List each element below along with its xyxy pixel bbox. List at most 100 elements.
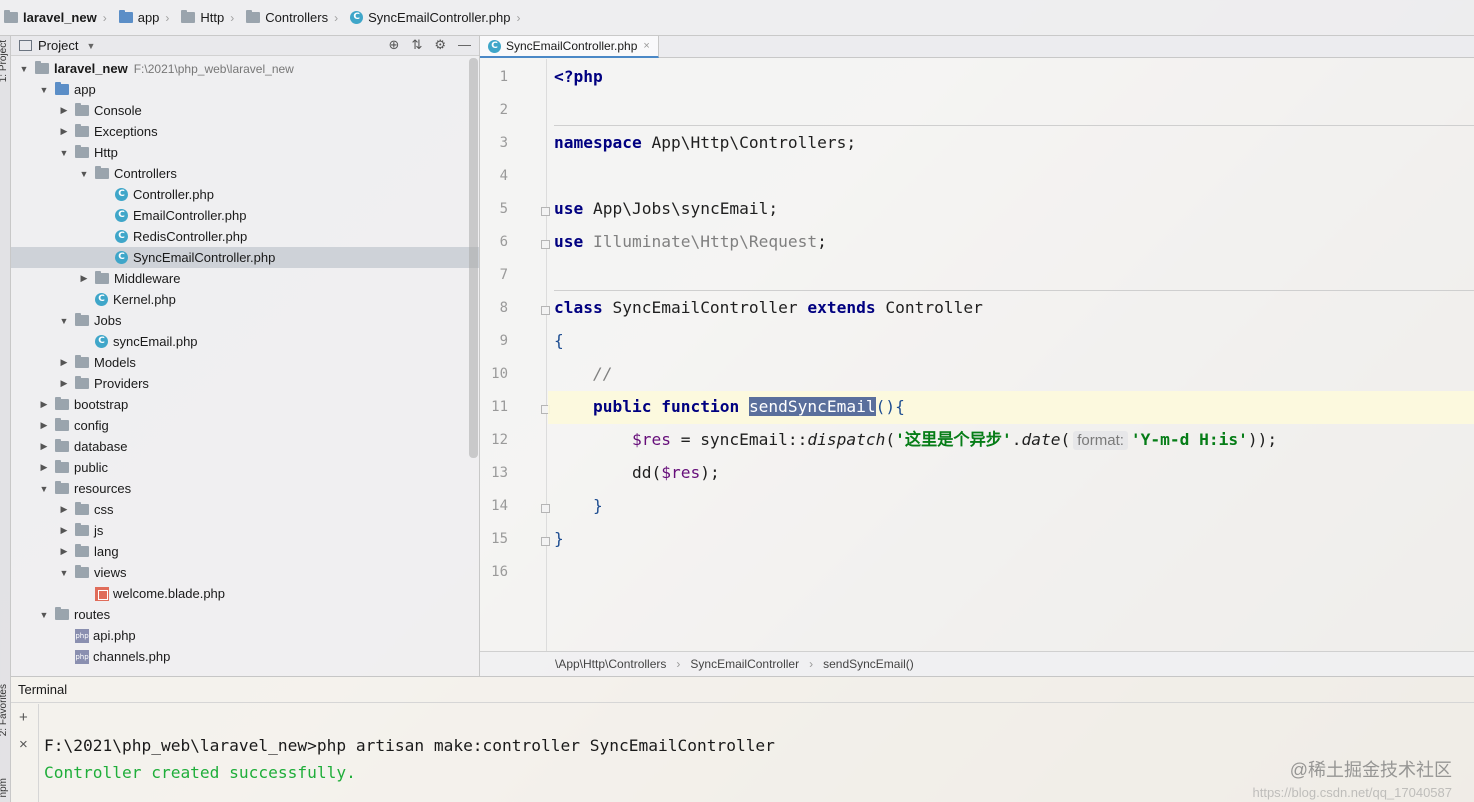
npm-tool-button[interactable]: npm	[0, 778, 9, 797]
project-view-selector[interactable]: Project	[38, 38, 78, 53]
tree-item[interactable]: ▶CRedisController.php	[11, 226, 479, 247]
line-number[interactable]: 5	[480, 201, 508, 217]
code-line-12[interactable]: $res = syncEmail::dispatch('这里是个异步'.date…	[554, 423, 1474, 456]
code-line-13[interactable]: dd($res);	[554, 456, 1474, 489]
line-number[interactable]: 1	[480, 69, 508, 85]
code-line-5[interactable]: use App\Jobs\syncEmail;	[554, 192, 1474, 225]
tree-item[interactable]: ▶phpapi.php	[11, 625, 479, 646]
breadcrumb-namespace[interactable]: \App\Http\Controllers	[555, 657, 666, 671]
collapse-arrow-icon[interactable]: ▶	[57, 126, 71, 137]
fold-marker-icon[interactable]	[541, 207, 550, 216]
collapse-arrow-icon[interactable]: ▶	[37, 399, 51, 410]
fold-marker-icon[interactable]	[541, 306, 550, 315]
tree-item[interactable]: ▶CsyncEmail.php	[11, 331, 479, 352]
tree-item[interactable]: ▼ resources	[11, 478, 479, 499]
tree-item[interactable]: ▼ Jobs	[11, 310, 479, 331]
collapse-arrow-icon[interactable]: ▶	[57, 546, 71, 557]
new-terminal-icon[interactable]: +	[19, 709, 28, 726]
expand-arrow-icon[interactable]: ▼	[57, 568, 71, 578]
collapse-arrow-icon[interactable]: ▶	[57, 378, 71, 389]
tree-item[interactable]: ▶CKernel.php	[11, 289, 479, 310]
tree-item[interactable]: ▶ public	[11, 457, 479, 478]
minimize-icon[interactable]: —	[458, 37, 471, 53]
code-line-10[interactable]: //	[554, 357, 1474, 390]
tree-item[interactable]: ▶CController.php	[11, 184, 479, 205]
line-number[interactable]: 3	[480, 135, 508, 151]
collapse-arrow-icon[interactable]: ▶	[37, 462, 51, 473]
tree-item[interactable]: ▶ js	[11, 520, 479, 541]
nav-crumb-file[interactable]: C SyncEmailController.php ›	[350, 0, 532, 36]
terminal-title[interactable]: Terminal	[18, 682, 67, 697]
code-line-14[interactable]: }	[554, 489, 1474, 522]
line-number[interactable]: 12	[480, 432, 508, 448]
collapse-arrow-icon[interactable]: ▶	[57, 504, 71, 515]
collapse-arrow-icon[interactable]: ▶	[37, 420, 51, 431]
tree-item[interactable]: ▶ lang	[11, 541, 479, 562]
collapse-arrow-icon[interactable]: ▶	[57, 357, 71, 368]
expand-arrow-icon[interactable]: ▼	[37, 85, 51, 95]
collapse-arrow-icon[interactable]: ▶	[77, 273, 91, 284]
tree-item[interactable]: ▼ Http	[11, 142, 479, 163]
expand-arrow-icon[interactable]: ▼	[17, 64, 31, 74]
tree-item[interactable]: ▶ Console	[11, 100, 479, 121]
terminal-command-line[interactable]: F:\2021\php_web\laravel_new>php artisan …	[44, 736, 775, 755]
line-number[interactable]: 8	[480, 300, 508, 316]
expand-arrow-icon[interactable]: ▼	[57, 316, 71, 326]
tree-item[interactable]: ▶phpchannels.php	[11, 646, 479, 667]
project-scrollbar[interactable]	[469, 58, 478, 458]
expand-arrow-icon[interactable]: ▼	[57, 148, 71, 158]
line-number[interactable]: 10	[480, 366, 508, 382]
collapse-all-icon[interactable]: ⇅	[411, 37, 422, 53]
tree-item[interactable]: ▶CEmailController.php	[11, 205, 479, 226]
tree-item[interactable]: ▶ css	[11, 499, 479, 520]
code-line-6[interactable]: use Illuminate\Http\Request;	[554, 225, 1474, 258]
tree-item[interactable]: ▶ database	[11, 436, 479, 457]
breadcrumb-class[interactable]: SyncEmailController	[690, 657, 799, 671]
line-number[interactable]: 4	[480, 168, 508, 184]
tree-item[interactable]: ▶ Middleware	[11, 268, 479, 289]
nav-crumb-project[interactable]: laravel_new ›	[4, 0, 119, 36]
gear-icon[interactable]: ⚙	[434, 37, 446, 53]
tree-item[interactable]: ▶ config	[11, 415, 479, 436]
code-line-8[interactable]: class SyncEmailController extends Contro…	[554, 291, 1474, 324]
tree-item[interactable]: ▶CSyncEmailController.php	[11, 247, 479, 268]
collapse-arrow-icon[interactable]: ▶	[57, 105, 71, 116]
fold-marker-icon[interactable]	[541, 240, 550, 249]
tree-item[interactable]: ▶welcome.blade.php	[11, 583, 479, 604]
tree-item[interactable]: ▶ Exceptions	[11, 121, 479, 142]
code-line-11[interactable]: public function sendSyncEmail(){	[554, 390, 1474, 423]
nav-crumb-app[interactable]: app ›	[118, 0, 182, 36]
tree-root[interactable]: ▼ laravel_new F:\2021\php_web\laravel_ne…	[11, 58, 479, 79]
project-tool-button[interactable]: 1: Project	[0, 40, 9, 82]
collapse-arrow-icon[interactable]: ▶	[57, 525, 71, 536]
code-line-3[interactable]: namespace App\Http\Controllers;	[554, 126, 1474, 159]
line-number[interactable]: 16	[480, 564, 508, 580]
tree-item[interactable]: ▶ bootstrap	[11, 394, 479, 415]
line-number[interactable]: 7	[480, 267, 508, 283]
line-number[interactable]: 2	[480, 102, 508, 118]
breadcrumb-method[interactable]: sendSyncEmail()	[823, 657, 914, 671]
expand-arrow-icon[interactable]: ▼	[37, 484, 51, 494]
tree-item[interactable]: ▼ views	[11, 562, 479, 583]
fold-marker-icon[interactable]	[541, 537, 550, 546]
line-number[interactable]: 11	[480, 399, 508, 415]
expand-arrow-icon[interactable]: ▼	[77, 169, 91, 179]
favorites-tool-button[interactable]: 2: Favorites	[0, 684, 9, 736]
nav-crumb-http[interactable]: Http ›	[181, 0, 246, 36]
line-number[interactable]: 6	[480, 234, 508, 250]
code-line-9[interactable]: {	[554, 324, 1474, 357]
nav-crumb-controllers[interactable]: Controllers ›	[246, 0, 350, 36]
line-number[interactable]: 14	[480, 498, 508, 514]
collapse-arrow-icon[interactable]: ▶	[37, 441, 51, 452]
code-line-1[interactable]: <?php	[554, 60, 1474, 93]
tree-item[interactable]: ▼ app	[11, 79, 479, 100]
fold-marker-icon[interactable]	[541, 504, 550, 513]
tree-item[interactable]: ▶ Models	[11, 352, 479, 373]
close-icon[interactable]: ×	[643, 40, 649, 52]
code-line-15[interactable]: }	[554, 522, 1474, 555]
expand-arrow-icon[interactable]: ▼	[37, 610, 51, 620]
chevron-down-icon[interactable]: ▼	[86, 41, 95, 51]
line-number[interactable]: 13	[480, 465, 508, 481]
tree-item[interactable]: ▼ routes	[11, 604, 479, 625]
line-number[interactable]: 15	[480, 531, 508, 547]
